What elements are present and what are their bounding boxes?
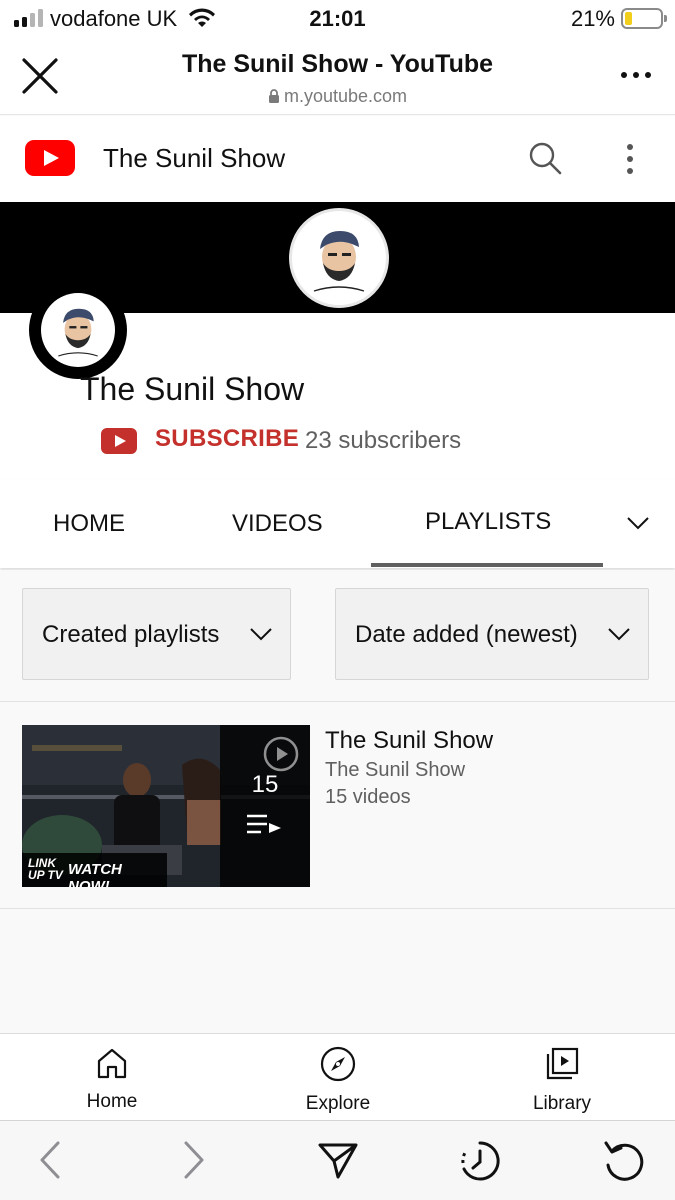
playlist-channel: The Sunil Show	[325, 759, 466, 781]
battery-percent: 21%	[570, 6, 615, 31]
more-options-icon[interactable]	[621, 72, 651, 78]
thumbnail-logo-text: LINK UP TV	[28, 856, 63, 882]
share-icon[interactable]	[316, 1139, 360, 1186]
youtube-logo-icon[interactable]	[25, 140, 75, 176]
playlist-type-select[interactable]: Created playlists	[22, 588, 291, 680]
banner-logo-image	[289, 208, 389, 308]
lock-icon	[268, 88, 280, 109]
playlist-title[interactable]: The Sunil Show	[325, 727, 493, 755]
tab-videos[interactable]: VIDEOS	[232, 510, 323, 538]
playlist-count-overlay: 15	[220, 725, 310, 887]
library-icon	[544, 1047, 580, 1086]
page-title: The Sunil Show - YouTube	[181, 50, 494, 78]
playlist-type-label: Created playlists	[42, 621, 220, 648]
channel-info: The Sunil Show SUBSCRIBE 23 subscribers	[0, 281, 675, 480]
bottom-navigation: Home Explore Library	[0, 1033, 675, 1120]
header-title: The Sunil Show	[103, 143, 286, 173]
compass-icon	[320, 1046, 356, 1086]
status-bar: vodafone UK 21:01 21%	[0, 0, 675, 40]
battery-level	[625, 12, 632, 25]
active-tab-indicator	[371, 563, 603, 567]
nav-explore-label: Explore	[305, 1093, 371, 1114]
playlist-thumbnail[interactable]: 15 LINK UP TV WATCH NOW!	[22, 725, 310, 887]
url-text: m.youtube.com	[283, 86, 408, 106]
chevron-down-icon	[249, 627, 273, 646]
channel-name: The Sunil Show	[80, 371, 305, 407]
url-display[interactable]: m.youtube.com	[0, 86, 675, 109]
kebab-menu-icon[interactable]	[627, 144, 633, 174]
youtube-header: The Sunil Show	[0, 116, 675, 202]
nav-library-label: Library	[532, 1093, 592, 1114]
history-icon[interactable]	[458, 1139, 502, 1188]
nav-explore[interactable]: Explore	[268, 1046, 408, 1115]
tab-playlists[interactable]: PLAYLISTS	[425, 508, 551, 536]
home-icon	[95, 1048, 129, 1084]
back-icon[interactable]	[38, 1139, 62, 1186]
chevron-down-icon[interactable]	[626, 516, 650, 535]
reload-icon[interactable]	[602, 1139, 646, 1188]
youtube-subscribe-icon[interactable]	[101, 428, 137, 454]
subscribe-button[interactable]: SUBSCRIBE	[155, 425, 299, 453]
sort-select[interactable]: Date added (newest)	[335, 588, 649, 680]
thumbnail-watch-banner: LINK UP TV WATCH NOW!	[22, 853, 167, 887]
sort-label: Date added (newest)	[355, 621, 578, 648]
channel-avatar[interactable]	[29, 281, 127, 379]
browser-header: The Sunil Show - YouTube m.youtube.com	[0, 40, 675, 115]
nav-library[interactable]: Library	[492, 1046, 632, 1115]
list-item[interactable]: 15 LINK UP TV WATCH NOW! The Sunil Show …	[0, 703, 675, 909]
nav-home-label: Home	[86, 1091, 138, 1112]
nav-home[interactable]: Home	[42, 1046, 182, 1113]
playlist-video-count: 15	[251, 771, 279, 798]
tab-home[interactable]: HOME	[53, 510, 125, 538]
search-icon[interactable]	[527, 140, 563, 181]
channel-tabs: HOME VIDEOS PLAYLISTS	[0, 480, 675, 568]
playlist-video-count-label: 15 videos	[325, 786, 411, 808]
subscriber-count: 23 subscribers	[305, 427, 462, 454]
battery-icon	[621, 8, 667, 29]
forward-icon[interactable]	[182, 1139, 206, 1186]
thumbnail-watch-text: WATCH NOW!	[68, 861, 122, 887]
playlist-queue-icon	[247, 813, 281, 840]
chevron-down-icon	[607, 627, 631, 646]
browser-toolbar	[0, 1120, 675, 1200]
playlist-filters: Created playlists Date added (newest)	[0, 570, 675, 702]
